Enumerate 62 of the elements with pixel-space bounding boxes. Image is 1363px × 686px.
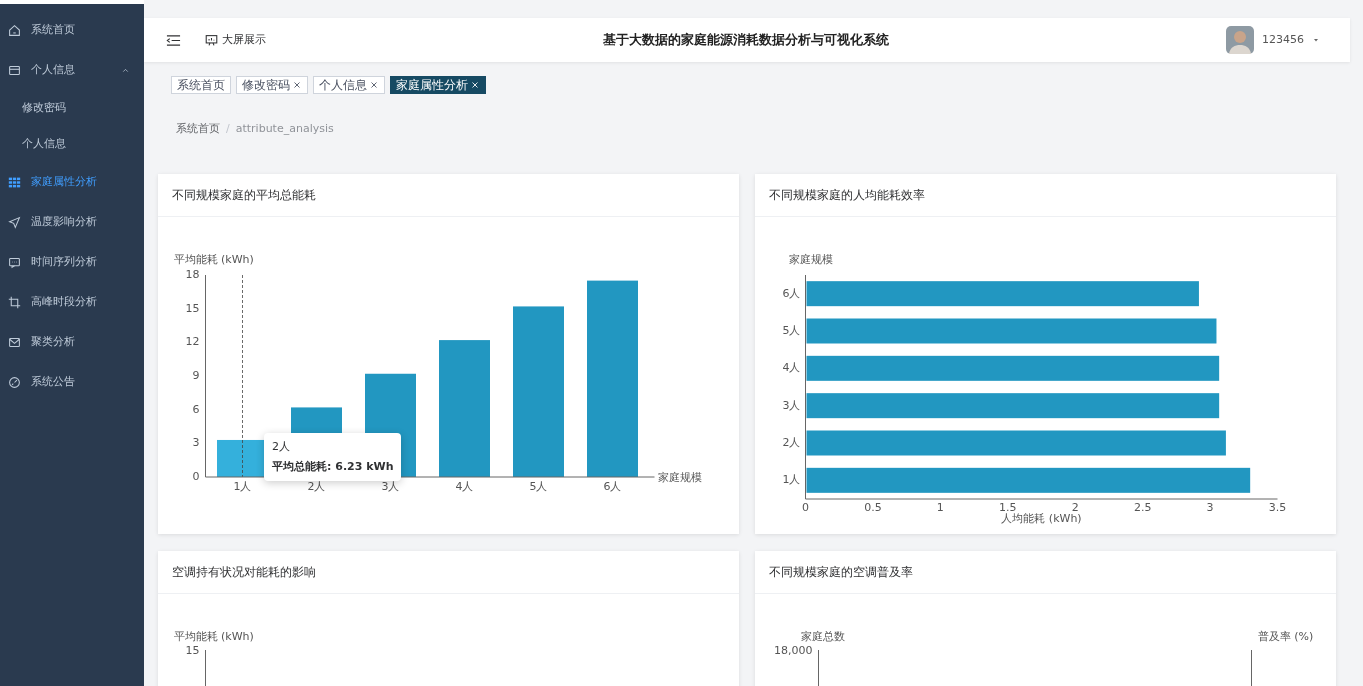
axis-title: 普及率 (%) [1257, 630, 1314, 643]
breadcrumb-item: attribute_analysis [235, 122, 334, 135]
page-title: 基于大数据的家庭能源消耗数据分析与可视化系统 [602, 31, 890, 50]
tick-label: 1人 [782, 473, 801, 487]
sidebar-item[interactable]: 聚类分析 [0, 322, 144, 362]
breadcrumb-item[interactable]: 系统首页 [176, 122, 220, 135]
tooltip-title: 2人 [272, 439, 291, 455]
user-name[interactable]: 123456 [1262, 31, 1304, 49]
tick-label: 6人 [603, 480, 622, 493]
tick-label: 12 [185, 335, 200, 349]
sidebar-subitem[interactable]: 个人信息 [0, 126, 144, 162]
tick-label: 2.5 [1133, 501, 1152, 514]
tick-label: 15 [185, 301, 200, 315]
tick-label: 15 [185, 644, 200, 657]
axis-title: 家庭规模 [657, 471, 702, 484]
tick-label: 0 [192, 470, 200, 483]
tick-label: 2人 [782, 436, 801, 449]
tick-label: 1.5 [999, 501, 1017, 514]
sidebar-subitem[interactable]: 修改密码 [0, 90, 144, 126]
tab[interactable]: 家庭属性分析 [390, 76, 486, 94]
tick-label: 0 [802, 501, 809, 514]
tick-label: 6 [192, 402, 200, 416]
tooltip-text: 平均总能耗: 6.23 kWh [272, 458, 394, 475]
card-title: 不同规模家庭的空调普及率 [755, 551, 1336, 594]
tick-label: 2 [1071, 501, 1079, 514]
tick-label: 1 [936, 501, 944, 514]
sidebar-item[interactable]: 时间序列分析 [0, 242, 144, 282]
tab[interactable]: 修改密码 [236, 76, 308, 94]
screen-link[interactable]: 大屏展示 [205, 31, 266, 49]
sidebar-item[interactable]: 家庭属性分析 [0, 162, 144, 202]
axis-title: 家庭规模 [788, 253, 833, 266]
tick-label: 18 [185, 268, 200, 281]
card-title: 不同规模家庭的人均能耗效率 [755, 174, 1336, 217]
tick-label: 5人 [529, 480, 548, 493]
tick-label: 1人 [233, 480, 252, 493]
tick-label: 3 [1206, 501, 1214, 514]
sidebar-item[interactable]: 系统公告 [0, 362, 144, 402]
axis-title: 人均能耗 (kWh) [1001, 512, 1082, 525]
tick-label: 6人 [782, 286, 801, 300]
tick-label: 3.5 [1268, 501, 1287, 514]
tick-label: 9 [192, 369, 200, 382]
axis-title: 平均能耗 (kWh) [173, 253, 254, 266]
sidebar-item[interactable]: 系统首页 [0, 10, 144, 50]
card-title: 不同规模家庭的平均总能耗 [158, 174, 739, 217]
axis-title: 平均能耗 (kWh) [173, 630, 254, 643]
sidebar-item[interactable]: 温度影响分析 [0, 202, 144, 242]
tick-label: 18,000 [774, 644, 813, 657]
tick-label: 3人 [782, 398, 801, 412]
breadcrumb-separator: / [226, 122, 230, 135]
tick-label: 0.5 [864, 501, 882, 514]
tick-label: 3 [192, 436, 200, 450]
card-title: 空调持有状况对能耗的影响 [158, 551, 739, 594]
tick-label: 5人 [782, 324, 801, 337]
tick-label: 4人 [455, 480, 474, 493]
sidebar-item[interactable]: 个人信息 [0, 50, 144, 90]
tick-label: 4人 [782, 361, 801, 375]
tick-label: 2人 [307, 480, 326, 493]
tab[interactable]: 个人信息 [313, 76, 385, 94]
axis-title: 家庭总数 [800, 630, 845, 643]
tab[interactable]: 系统首页 [171, 76, 231, 94]
tick-label: 3人 [381, 480, 400, 493]
sidebar-item[interactable]: 高峰时段分析 [0, 282, 144, 322]
